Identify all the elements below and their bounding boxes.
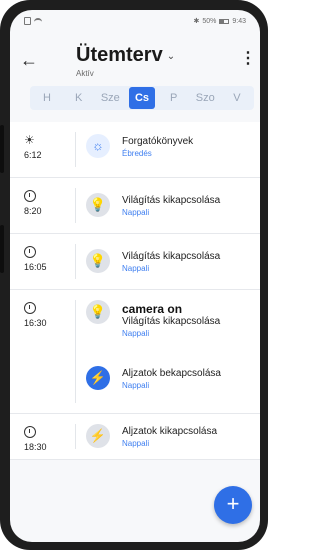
battery-icon	[219, 18, 230, 24]
list-item[interactable]: 💡 Világítás kikapcsolása Nappali	[86, 249, 256, 283]
item-subtitle: Ébredés	[122, 149, 152, 158]
item-text: Világítás kikapcsolása Nappali	[122, 251, 220, 273]
tab-day-v[interactable]: V	[224, 87, 250, 109]
item-text: camera on Világítás kikapcsolása Nappali	[122, 302, 220, 338]
bulb-icon: 💡	[86, 193, 110, 217]
tab-day-szo[interactable]: Szo	[192, 87, 218, 109]
schedule-list: ☀ 6:12 ☼ Forgatókönyvek Ébredés 8:20 💡 V…	[10, 122, 260, 460]
bolt-icon: ⚡	[86, 366, 110, 390]
tab-day-p[interactable]: P	[161, 87, 187, 109]
page-subtitle: Aktív	[76, 69, 94, 78]
list-item[interactable]: ⚡ Aljzatok bekapcsolása Nappali	[86, 366, 256, 400]
item-subtitle: Nappali	[122, 329, 150, 338]
time-label: 8:20	[24, 206, 42, 216]
bluetooth-icon: ✱	[193, 18, 200, 25]
schedule-row[interactable]: 8:20 💡 Világítás kikapcsolása Nappali	[10, 178, 260, 234]
sun-icon: ☼	[86, 134, 110, 158]
status-right: ✱ 50% 9:43	[193, 17, 246, 26]
clock-icon	[24, 246, 36, 258]
clock-icon	[24, 190, 36, 202]
status-time: 9:43	[232, 17, 246, 25]
chevron-down-icon: ⌄	[166, 51, 176, 63]
item-title: Világítás kikapcsolása	[122, 251, 221, 262]
item-title: Aljzatok kikapcsolása	[122, 426, 218, 437]
header: ← Ütemterv ⌄ Aktív ⋮	[10, 36, 260, 88]
back-arrow-icon[interactable]: ←	[20, 50, 40, 70]
page-title: Ütemterv	[76, 44, 163, 66]
volume-button	[0, 125, 4, 173]
time-column: 8:20	[24, 190, 64, 216]
wifi-icon	[34, 18, 42, 24]
item-title: Aljzatok bekapcsolása	[122, 368, 221, 379]
item-title: Világítás kikapcsolása	[122, 195, 221, 206]
time-label: 6:12	[24, 150, 42, 160]
tab-day-cs[interactable]: Cs	[128, 87, 155, 109]
sunrise-icon: ☀	[24, 133, 35, 147]
item-title: Világítás kikapcsolása	[122, 316, 221, 327]
status-bar: ✱ 50% 9:43	[10, 10, 260, 32]
schedule-row[interactable]: 16:05 💡 Világítás kikapcsolása Nappali	[10, 234, 260, 290]
time-label: 18:30	[24, 442, 47, 452]
item-title: Forgatókönyvek	[122, 136, 194, 147]
time-column: 16:30	[24, 302, 64, 328]
item-subtitle: Nappali	[122, 439, 150, 448]
item-heading: camera on	[122, 302, 183, 316]
item-text: Forgatókönyvek Ébredés	[122, 136, 193, 158]
item-text: Aljzatok bekapcsolása Nappali	[122, 368, 221, 390]
clock-icon	[24, 426, 36, 438]
list-item[interactable]: 💡 camera on Világítás kikapcsolása Nappa…	[86, 300, 256, 350]
battery-percent: 50%	[202, 17, 217, 25]
add-button[interactable]: +	[214, 486, 252, 524]
item-subtitle: Nappali	[122, 264, 150, 273]
time-label: 16:30	[24, 318, 47, 328]
tab-day-k[interactable]: K	[66, 87, 92, 109]
time-column: 18:30	[24, 426, 64, 452]
tab-day-h[interactable]: H	[34, 87, 60, 109]
day-tabs: H K Sze Cs P Szo V	[30, 86, 254, 110]
time-label: 16:05	[24, 262, 47, 272]
schedule-row[interactable]: ☀ 6:12 ☼ Forgatókönyvek Ébredés	[10, 122, 260, 178]
sim-icon	[24, 17, 31, 25]
schedule-row[interactable]: 18:30 ⚡ Aljzatok kikapcsolása Nappali	[10, 414, 260, 460]
title-dropdown[interactable]: Ütemterv ⌄ Aktív	[76, 44, 175, 78]
list-item[interactable]: ☼ Forgatókönyvek Ébredés	[86, 134, 256, 168]
list-item[interactable]: 💡 Világítás kikapcsolása Nappali	[86, 193, 256, 227]
item-subtitle: Nappali	[122, 381, 150, 390]
bulb-icon: 💡	[86, 249, 110, 273]
clock-icon	[24, 302, 36, 314]
item-subtitle: Nappali	[122, 208, 150, 217]
bulb-icon: 💡	[86, 300, 110, 324]
list-item[interactable]: ⚡ Aljzatok kikapcsolása Nappali	[86, 424, 256, 458]
time-column: ☀ 6:12	[24, 134, 64, 160]
schedule-row[interactable]: 16:30 💡 camera on Világítás kikapcsolása…	[10, 290, 260, 414]
tab-day-sze[interactable]: Sze	[97, 87, 123, 109]
bolt-icon: ⚡	[86, 424, 110, 448]
status-left	[24, 17, 42, 25]
time-column: 16:05	[24, 246, 64, 272]
item-text: Aljzatok kikapcsolása Nappali	[122, 426, 217, 448]
item-text: Világítás kikapcsolása Nappali	[122, 195, 220, 217]
app-screen: ✱ 50% 9:43 ← Ütemterv ⌄ Aktív ⋮ H K Sze C…	[10, 10, 260, 542]
more-options-icon[interactable]: ⋮	[240, 50, 256, 70]
power-button	[0, 225, 4, 273]
